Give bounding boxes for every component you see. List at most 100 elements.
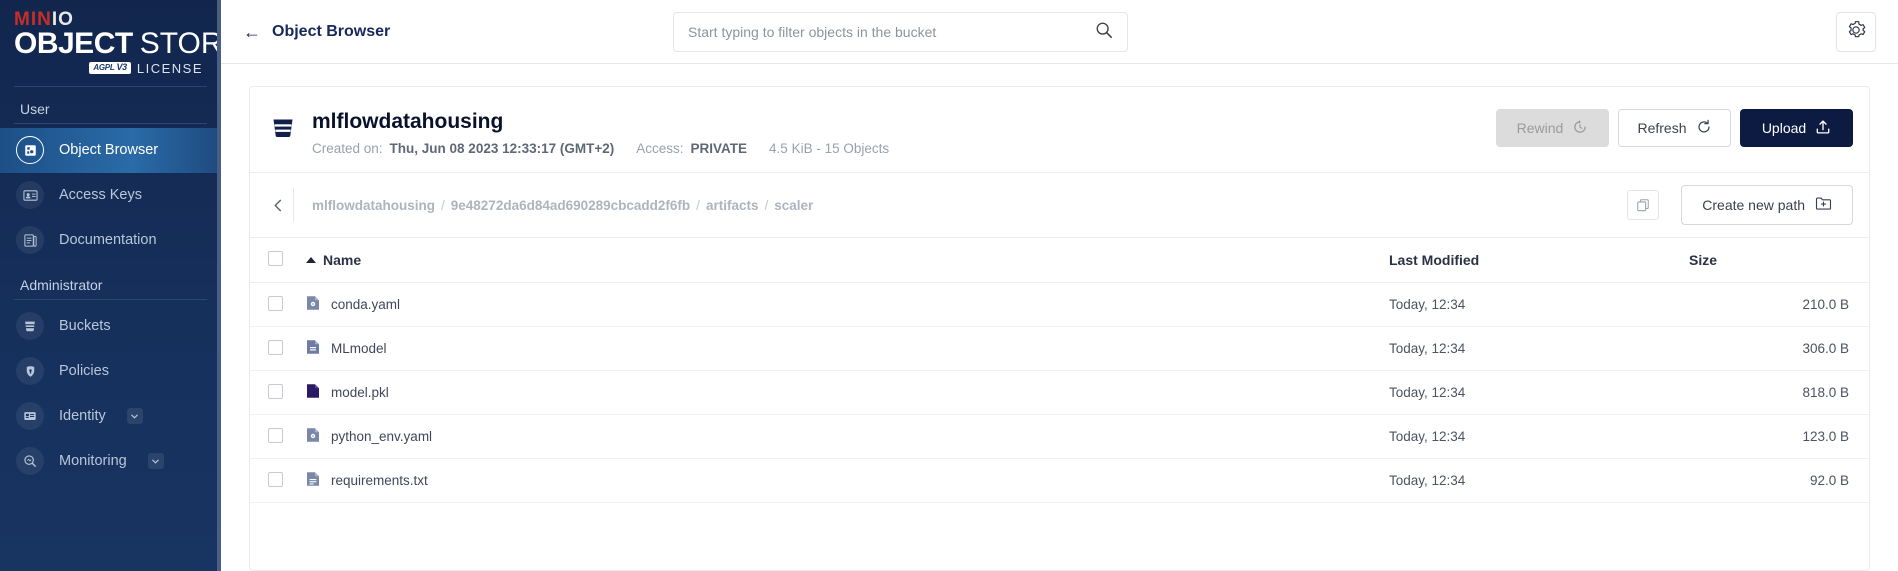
row-last-modified: Today, 12:34 — [1389, 415, 1689, 459]
page-title: Object Browser — [272, 23, 390, 41]
copy-path-button[interactable] — [1627, 190, 1659, 220]
topbar: ← Object Browser — [221, 0, 1898, 64]
rewind-label: Rewind — [1517, 120, 1564, 136]
access-keys-icon — [16, 181, 44, 209]
monitoring-icon — [16, 447, 44, 475]
path-back-button[interactable] — [264, 188, 294, 222]
column-header-name[interactable]: Name — [306, 238, 1389, 283]
row-name-label: MLmodel — [331, 341, 387, 356]
rewind-button[interactable]: Rewind — [1496, 109, 1609, 147]
sidebar-item-object-browser[interactable]: Object Browser — [0, 128, 221, 173]
row-name-cell: conda.yaml — [306, 283, 1389, 327]
row-name-cell: model.pkl — [306, 371, 1389, 415]
objects-table-head: Name Last Modified Size — [250, 238, 1869, 283]
row-checkbox-cell — [250, 415, 306, 459]
create-new-path-button[interactable]: Create new path — [1681, 185, 1853, 225]
row-size: 92.0 B — [1689, 459, 1869, 503]
path-bar: mlflowdatahousing / 9e48272da6d84ad69028… — [250, 173, 1869, 238]
search-icon[interactable] — [1095, 21, 1113, 44]
objects-table-body: conda.yaml Today, 12:34 210.0 B — [250, 283, 1869, 503]
search-container — [673, 12, 1128, 52]
table-row[interactable]: python_env.yaml Today, 12:34 123.0 B — [250, 415, 1869, 459]
minio-console-app: MINIO OBJECT STORE AGPLV3 LICENSE User O… — [0, 0, 1898, 571]
column-header-last-modified[interactable]: Last Modified — [1389, 238, 1689, 283]
sidebar-item-policies[interactable]: Policies — [0, 349, 221, 394]
main-area: ← Object Browser — [221, 0, 1898, 571]
created-on-value: Thu, Jun 08 2023 12:33:17 (GMT+2) — [390, 141, 615, 156]
sidebar-item-label: Object Browser — [59, 142, 158, 158]
sidebar-item-label: Monitoring — [59, 453, 127, 469]
size-objects-value: 4.5 KiB - 15 Objects — [769, 141, 889, 156]
chevron-down-icon[interactable] — [148, 453, 164, 469]
sidebar-item-label: Documentation — [59, 232, 157, 248]
bucket-info: mlflowdatahousing Created on: Thu, Jun 0… — [312, 109, 889, 156]
table-row[interactable]: MLmodel Today, 12:34 306.0 B — [250, 327, 1869, 371]
object-browser-icon — [16, 136, 44, 164]
row-name-cell: python_env.yaml — [306, 415, 1389, 459]
documentation-icon — [16, 226, 44, 254]
upload-label: Upload — [1762, 120, 1806, 136]
row-last-modified: Today, 12:34 — [1389, 283, 1689, 327]
sidebar-section-administrator-label: Administrator — [0, 263, 221, 299]
sidebar-item-monitoring[interactable]: Monitoring — [0, 439, 221, 484]
upload-button[interactable]: Upload — [1740, 109, 1853, 147]
chevron-down-icon[interactable] — [127, 408, 143, 424]
search-input[interactable] — [688, 24, 1095, 40]
sidebar-item-identity[interactable]: Identity — [0, 394, 221, 439]
breadcrumb-item[interactable]: 9e48272da6d84ad690289cbcadd2f6fb — [451, 198, 690, 213]
minio-logo: MINIO OBJECT STORE AGPLV3 LICENSE — [0, 0, 221, 76]
row-checkbox[interactable] — [268, 296, 283, 311]
agpl-badge: AGPLV3 — [89, 62, 130, 74]
column-header-size[interactable]: Size — [1689, 238, 1869, 283]
row-checkbox[interactable] — [268, 384, 283, 399]
logo-store: STORE — [140, 29, 221, 60]
objects-table: Name Last Modified Size — [250, 238, 1869, 503]
row-checkbox[interactable] — [268, 340, 283, 355]
upload-icon — [1815, 119, 1831, 138]
bucket-header: mlflowdatahousing Created on: Thu, Jun 0… — [250, 87, 1869, 173]
settings-button[interactable] — [1836, 12, 1876, 52]
bucket-icon — [270, 115, 296, 146]
binary-file-icon — [306, 383, 320, 402]
identity-icon — [16, 402, 44, 430]
yaml-file-icon — [306, 295, 320, 314]
row-name-label: python_env.yaml — [331, 429, 432, 444]
row-checkbox[interactable] — [268, 472, 283, 487]
table-row[interactable]: conda.yaml Today, 12:34 210.0 B — [250, 283, 1869, 327]
refresh-icon — [1696, 119, 1712, 138]
bucket-actions: Rewind Refresh Upload — [1496, 109, 1853, 147]
gear-icon — [1846, 20, 1866, 45]
bucket-name: mlflowdatahousing — [312, 109, 889, 134]
row-name-label: requirements.txt — [331, 473, 428, 488]
sidebar-item-access-keys[interactable]: Access Keys — [0, 173, 221, 218]
breadcrumb-separator: / — [696, 198, 700, 213]
row-size: 210.0 B — [1689, 283, 1869, 327]
table-row[interactable]: requirements.txt Today, 12:34 92.0 B — [250, 459, 1869, 503]
row-checkbox[interactable] — [268, 428, 283, 443]
table-header-row: Name Last Modified Size — [250, 238, 1869, 283]
row-name-cell: requirements.txt — [306, 459, 1389, 503]
row-name-label: model.pkl — [331, 385, 389, 400]
sidebar-item-label: Policies — [59, 363, 109, 379]
table-row[interactable]: model.pkl Today, 12:34 818.0 B — [250, 371, 1869, 415]
select-all-checkbox[interactable] — [268, 251, 283, 266]
breadcrumb-item[interactable]: mlflowdatahousing — [312, 198, 435, 213]
row-checkbox-cell — [250, 283, 306, 327]
row-last-modified: Today, 12:34 — [1389, 459, 1689, 503]
agpl-v3: V3 — [116, 63, 126, 73]
breadcrumb-separator: / — [441, 198, 445, 213]
sidebar-item-buckets[interactable]: Buckets — [0, 304, 221, 349]
sidebar: MINIO OBJECT STORE AGPLV3 LICENSE User O… — [0, 0, 221, 571]
sidebar-item-documentation[interactable]: Documentation — [0, 218, 221, 263]
bucket-card: mlflowdatahousing Created on: Thu, Jun 0… — [249, 86, 1870, 571]
row-name-label: conda.yaml — [331, 297, 400, 312]
logo-object: OBJECT — [14, 29, 133, 60]
select-all-header — [250, 238, 306, 283]
back-button[interactable]: ← — [243, 23, 261, 41]
access-label: Access: — [636, 141, 683, 156]
yaml-file-icon — [306, 427, 320, 446]
refresh-label: Refresh — [1637, 120, 1686, 136]
breadcrumb-item[interactable]: scaler — [774, 198, 813, 213]
refresh-button[interactable]: Refresh — [1618, 109, 1731, 147]
breadcrumb-item[interactable]: artifacts — [706, 198, 759, 213]
